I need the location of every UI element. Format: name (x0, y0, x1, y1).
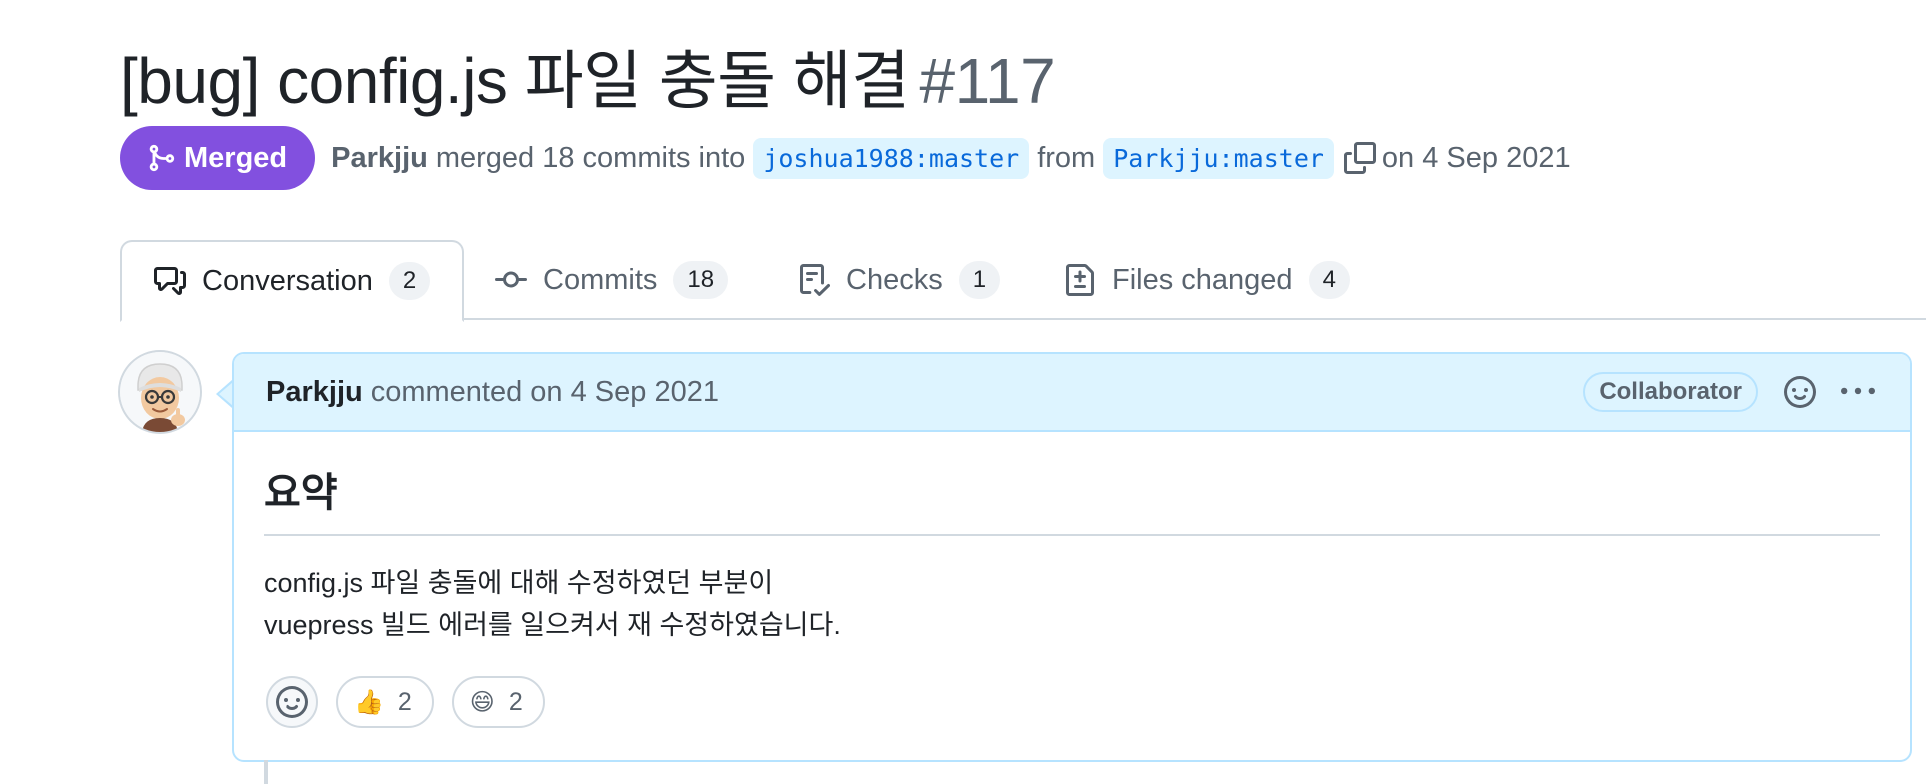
tab-commits[interactable]: Commits 18 (495, 240, 729, 320)
reaction-count: 2 (508, 687, 523, 716)
reaction-thumbs-up[interactable]: 👍 2 (336, 676, 434, 728)
pr-number: #117 (919, 45, 1056, 117)
body-line: config.js 파일 충돌에 대해 수정하였던 부분이 (264, 568, 774, 598)
comment-body: 요약 config.js 파일 충돌에 대해 수정하였던 부분이 vuepres… (234, 432, 1910, 646)
head-branch[interactable]: Parkjju:master (1103, 137, 1334, 179)
add-reaction-icon[interactable] (1780, 372, 1820, 412)
avatar[interactable] (118, 350, 202, 434)
comment-box: Parkjju commented on 4 Sep 2021 Collabor… (232, 352, 1912, 762)
tab-counter: 18 (673, 260, 729, 300)
copy-icon[interactable] (1343, 142, 1376, 174)
git-merge-icon (149, 144, 175, 172)
tab-label: Files changed (1112, 263, 1293, 296)
reaction-smile[interactable]: 😄 2 (451, 676, 545, 728)
comment-caret-inner (219, 382, 233, 406)
tab-conversation[interactable]: Conversation 2 (120, 240, 465, 322)
comment-timestamp[interactable]: commented on 4 Sep 2021 (371, 376, 719, 409)
pr-meta: Merged Parkjju merged 18 commits into jo… (120, 126, 1571, 190)
smiley-icon (276, 686, 308, 718)
comment-author-link[interactable]: Parkjju (266, 376, 363, 409)
tab-label: Conversation (202, 264, 373, 297)
tab-counter: 2 (388, 261, 431, 301)
merged-text: merged 18 commits into (435, 141, 746, 174)
tab-checks[interactable]: Checks 1 (798, 240, 1001, 320)
role-badge: Collaborator (1583, 372, 1758, 412)
kebab-menu-icon[interactable] (1838, 372, 1878, 412)
merge-date: on 4 Sep 2021 (1381, 141, 1571, 174)
reaction-count: 2 (397, 687, 412, 716)
smile-icon: 😄 (469, 688, 495, 716)
comment-discussion-icon (154, 265, 186, 297)
comment-header-actions: Collaborator (1583, 372, 1878, 412)
tab-counter: 4 (1308, 260, 1350, 300)
from-text: from (1037, 141, 1096, 174)
pr-title: [bug] config.js 파일 충돌 해결 #117 (120, 30, 1056, 122)
body-paragraph: config.js 파일 충돌에 대해 수정하였던 부분이 vuepress 빌… (264, 562, 1880, 646)
checklist-icon (798, 264, 830, 296)
tab-label: Checks (846, 263, 943, 296)
body-heading: 요약 (264, 460, 1880, 536)
pr-tabs: Conversation 2 Commits 18 Checks 1 Files… (120, 240, 1926, 322)
comment-header: Parkjju commented on 4 Sep 2021 Collabor… (234, 354, 1910, 432)
tab-counter: 1 (958, 260, 1001, 300)
add-reaction-button[interactable] (266, 676, 318, 728)
file-diff-icon (1064, 264, 1096, 296)
pr-author-link[interactable]: Parkjju (331, 142, 428, 175)
timeline-line (264, 760, 268, 784)
tab-files-changed[interactable]: Files changed 4 (1064, 240, 1350, 320)
state-label: Merged (184, 141, 288, 174)
body-line: vuepress 빌드 에러를 일으켜서 재 수정하였습니다. (264, 610, 841, 640)
thumbs-up-icon: 👍 (354, 688, 384, 716)
base-branch[interactable]: joshua1988:master (753, 137, 1030, 179)
git-commit-icon (495, 264, 527, 296)
reactions-bar: 👍 2 😄 2 (266, 676, 563, 728)
state-badge: Merged (120, 126, 316, 190)
tab-label: Commits (543, 263, 658, 296)
pr-title-text: [bug] config.js 파일 충돌 해결 (120, 45, 910, 117)
